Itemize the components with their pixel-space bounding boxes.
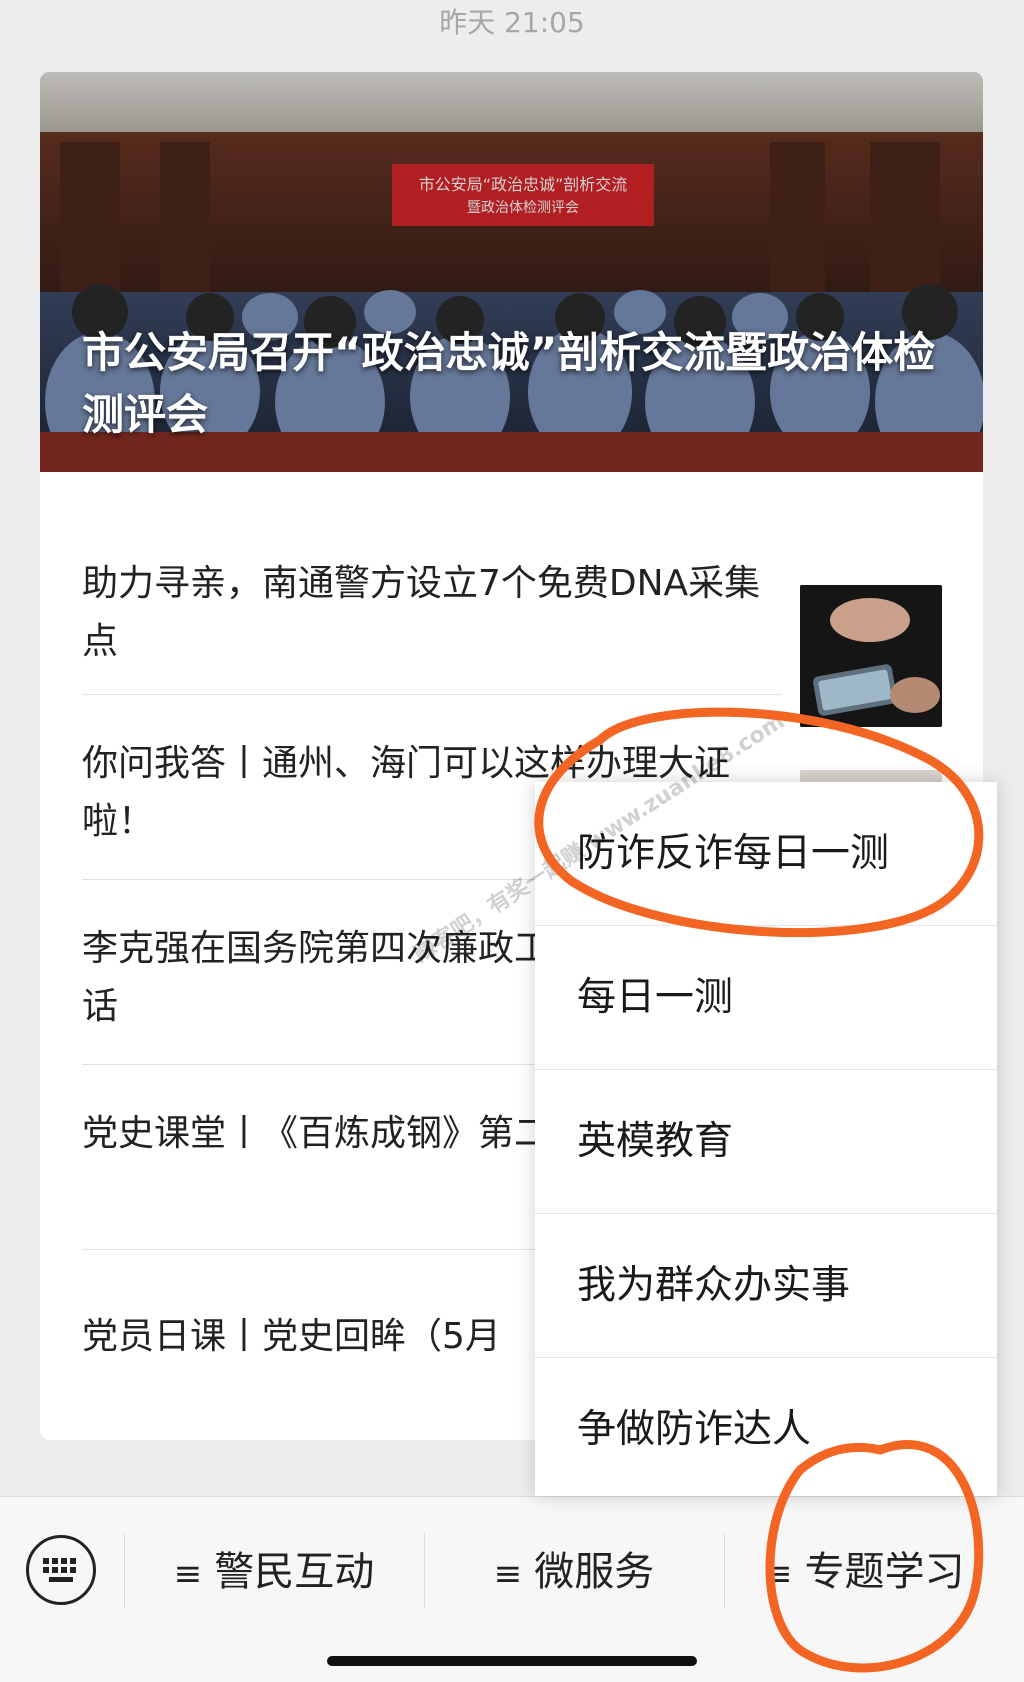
bottom-menu-bar: ≡ 警民互动 ≡ 微服务 ≡ 专题学习 [0, 1496, 1024, 1682]
menu-icon: ≡ [764, 1554, 793, 1594]
hero-title: 市公安局召开“政治忠诚”剖析交流暨政治体检测评会 [82, 328, 936, 439]
submenu-item-anti-fraud-expert[interactable]: 争做防诈达人 [535, 1358, 997, 1502]
menu-label: 警民互动 [214, 1549, 375, 1595]
menu-icon: ≡ [173, 1554, 203, 1594]
keyboard-icon[interactable] [26, 1535, 96, 1605]
menu-label: 微服务 [534, 1549, 655, 1595]
submenu-popup: 防诈反诈每日一测 每日一测 英模教育 我为群众办实事 争做防诈达人 [535, 782, 997, 1496]
article-item[interactable]: 助力寻亲，南通警方设立7个免费DNA采集点 [82, 517, 942, 727]
menu-button-micro-services[interactable]: ≡ 微服务 [426, 1537, 722, 1607]
hero-article[interactable]: 市公安局“政治忠诚”剖析交流 暨政治体检测评会 市公安局召开“政治忠诚”剖析交流… [40, 72, 983, 472]
message-timestamp: 昨天 21:05 [439, 6, 585, 39]
divider [124, 1533, 125, 1609]
divider [424, 1533, 425, 1609]
submenu-item-hero-education[interactable]: 英模教育 [535, 1070, 997, 1214]
submenu-item-serve-the-people[interactable]: 我为群众办实事 [535, 1214, 997, 1358]
article-title: 助力寻亲，南通警方设立7个免费DNA采集点 [82, 563, 761, 662]
submenu-item-daily-quiz[interactable]: 每日一测 [535, 926, 997, 1070]
menu-button-police-interaction[interactable]: ≡ 警民互动 [126, 1537, 422, 1607]
home-indicator [327, 1656, 697, 1666]
divider [724, 1533, 725, 1609]
menu-button-topic-study[interactable]: ≡ 专题学习 [764, 1537, 1024, 1607]
menu-label: 专题学习 [804, 1549, 965, 1595]
menu-icon: ≡ [493, 1554, 523, 1594]
submenu-item-anti-fraud-daily-quiz[interactable]: 防诈反诈每日一测 [535, 782, 997, 926]
